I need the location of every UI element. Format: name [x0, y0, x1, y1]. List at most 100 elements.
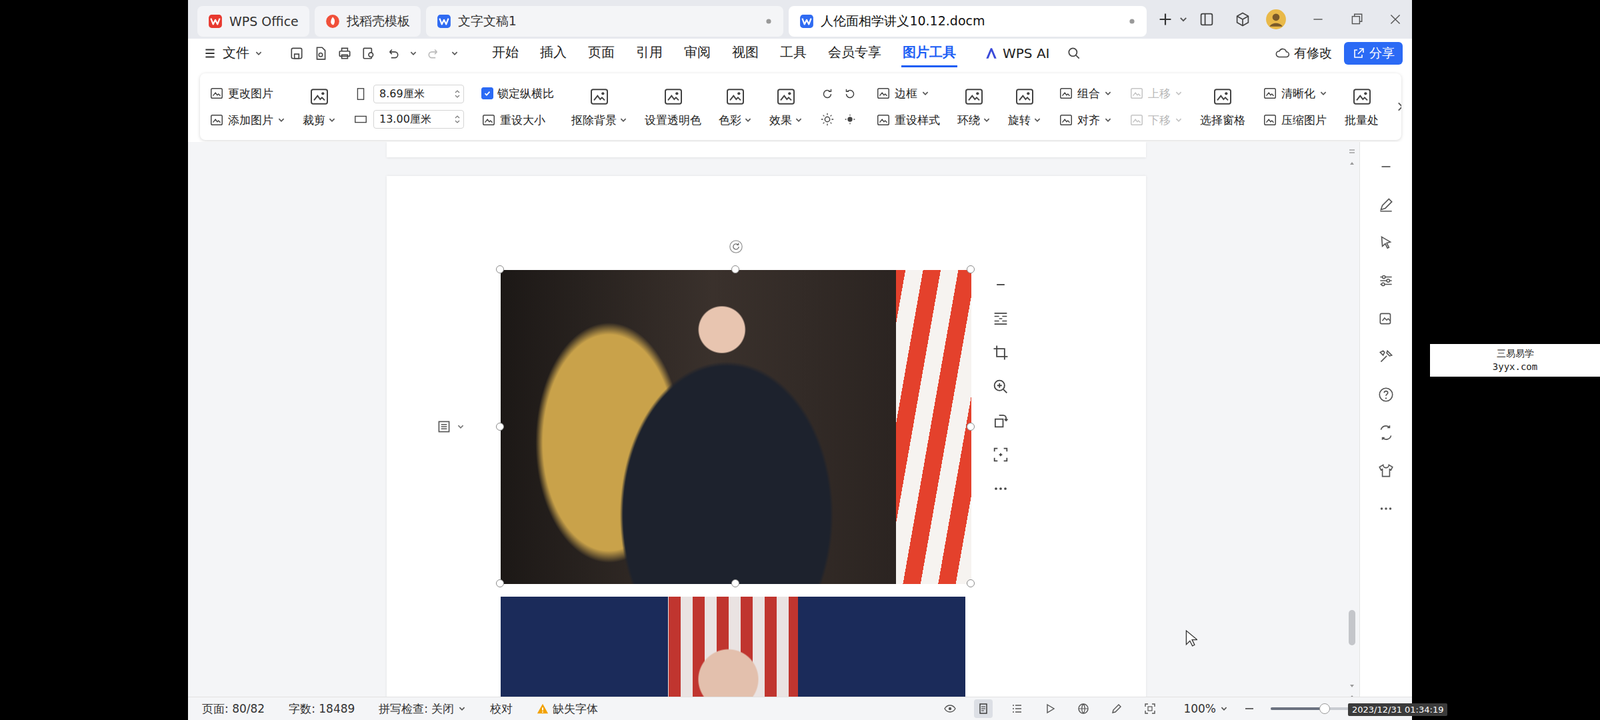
- zoom-level[interactable]: 100%: [1183, 702, 1228, 716]
- view-button[interactable]: [1007, 699, 1026, 718]
- resize-handle[interactable]: [966, 422, 975, 431]
- picture[interactable]: [500, 270, 972, 584]
- spin-down-icon[interactable]: [454, 94, 461, 99]
- ribbon-button[interactable]: 更改图片: [209, 84, 286, 102]
- ribbon-button[interactable]: 添加图片: [209, 111, 286, 129]
- rotate-right-icon[interactable]: [820, 86, 835, 102]
- unsaved-dot-icon[interactable]: [1128, 17, 1136, 26]
- save-icon[interactable]: [289, 46, 304, 61]
- restore-icon[interactable]: [1349, 12, 1364, 27]
- ribbon-tab[interactable]: 审阅: [682, 39, 712, 68]
- photo[interactable]: [500, 596, 966, 697]
- fit-frame-icon[interactable]: [991, 445, 1010, 464]
- modified-status[interactable]: 有修改: [1275, 44, 1332, 62]
- adjust-icon[interactable]: [1377, 272, 1395, 290]
- layout-options-button[interactable]: [435, 418, 465, 436]
- ribbon-tab[interactable]: 插入: [538, 39, 568, 68]
- undo-chevron-icon[interactable]: [409, 49, 418, 58]
- brightness-up-icon[interactable]: [820, 112, 835, 127]
- close-icon[interactable]: [1388, 12, 1403, 27]
- select-icon[interactable]: [1377, 234, 1395, 252]
- word-count[interactable]: 字数: 18489: [288, 701, 355, 717]
- shirt-icon[interactable]: [1377, 462, 1395, 480]
- spell-check[interactable]: 拼写检查: 关闭: [378, 701, 466, 717]
- spin-down-icon[interactable]: [454, 120, 461, 124]
- picture[interactable]: [500, 596, 966, 697]
- ribbon-tab[interactable]: 开始: [490, 39, 520, 68]
- window-tab[interactable]: 人伦面相学讲义10.12.docm: [788, 6, 1147, 37]
- rotate-left-icon[interactable]: [842, 86, 858, 102]
- user-avatar-icon[interactable]: [1265, 8, 1287, 30]
- tools-icon[interactable]: [1377, 348, 1395, 366]
- more-icon[interactable]: [1377, 500, 1395, 518]
- search-icon[interactable]: [1066, 46, 1082, 61]
- ribbon-button[interactable]: 组合: [1058, 84, 1112, 102]
- ribbon-tab[interactable]: 工具: [778, 39, 808, 68]
- ribbon-tab[interactable]: 图片工具: [901, 39, 958, 68]
- view-button[interactable]: [1107, 699, 1126, 718]
- view-button[interactable]: [974, 699, 993, 718]
- ribbon-button[interactable]: 重设样式: [876, 111, 940, 129]
- collapse-icon[interactable]: [991, 275, 1010, 294]
- ribbon-button[interactable]: 压缩图片: [1262, 111, 1328, 129]
- split-icon[interactable]: [1348, 147, 1356, 156]
- resize-handle[interactable]: [731, 579, 740, 588]
- minimize-icon[interactable]: [1310, 12, 1326, 27]
- spin-up-icon[interactable]: [454, 114, 461, 119]
- ribbon-button[interactable]: 清晰化: [1262, 84, 1328, 102]
- layout-icon[interactable]: [1198, 11, 1215, 28]
- cube-icon[interactable]: [1234, 11, 1251, 28]
- print-icon[interactable]: [337, 46, 352, 61]
- resize-handle[interactable]: [966, 265, 975, 274]
- ribbon-tab[interactable]: 页面: [586, 39, 616, 68]
- window-tab[interactable]: 找稻壳模板: [314, 6, 421, 37]
- view-button[interactable]: [1040, 699, 1060, 718]
- image-edit-icon[interactable]: [1377, 310, 1395, 328]
- zoom-in-icon[interactable]: [991, 377, 1010, 396]
- ribbon-big-button[interactable]: 效果: [769, 86, 803, 128]
- more-chevron-icon[interactable]: [450, 49, 459, 58]
- size-input[interactable]: 8.69厘米: [373, 84, 464, 104]
- ribbon-tab[interactable]: 会员专享: [826, 39, 883, 68]
- wps-ai-button[interactable]: WPS AI: [984, 45, 1050, 62]
- undo-icon[interactable]: [385, 46, 400, 61]
- pen-icon[interactable]: [1377, 196, 1395, 214]
- page-count[interactable]: 页面: 80/82: [202, 701, 265, 717]
- window-tab[interactable]: 文字文稿1: [426, 6, 784, 37]
- ribbon-big-button[interactable]: 裁剪: [302, 86, 336, 128]
- rotate-handle-icon[interactable]: [728, 239, 744, 254]
- unsaved-dot-icon[interactable]: [764, 17, 773, 26]
- ribbon-tab[interactable]: 视图: [730, 39, 760, 68]
- photo[interactable]: [500, 270, 972, 584]
- tab-list-chevron-icon[interactable]: [1178, 14, 1188, 24]
- size-input[interactable]: 13.00厘米: [373, 110, 464, 129]
- translate-icon[interactable]: [1377, 424, 1395, 442]
- crop-icon[interactable]: [991, 343, 1010, 362]
- scroll-thumb[interactable]: [1348, 610, 1356, 646]
- resize-handle[interactable]: [496, 579, 504, 588]
- ribbon-button[interactable]: 对齐: [1058, 111, 1112, 129]
- ribbon-big-button[interactable]: 抠除背景: [571, 86, 628, 128]
- new-tab-icon[interactable]: [1157, 11, 1174, 28]
- view-button[interactable]: [1074, 699, 1093, 718]
- scroll-up-icon[interactable]: [1348, 159, 1356, 168]
- resize-handle[interactable]: [731, 265, 740, 274]
- checkbox[interactable]: [481, 87, 494, 100]
- ribbon-big-button[interactable]: 旋转: [1008, 86, 1042, 128]
- text-wrap-icon[interactable]: [991, 309, 1010, 328]
- ribbon-button[interactable]: 重设大小: [481, 111, 554, 129]
- ribbon-big-button[interactable]: 环绕: [957, 86, 991, 128]
- ribbon-button[interactable]: 边框: [876, 84, 940, 102]
- spinner[interactable]: [454, 89, 461, 99]
- print-preview-icon[interactable]: [361, 46, 376, 61]
- window-tab[interactable]: WPS Office: [197, 6, 310, 37]
- ribbon-button[interactable]: 锁定纵横比: [481, 84, 554, 102]
- spin-up-icon[interactable]: [454, 89, 461, 94]
- resize-handle[interactable]: [496, 422, 504, 431]
- view-button[interactable]: [1140, 699, 1160, 718]
- file-menu[interactable]: 文件: [202, 44, 263, 62]
- rotate-icon[interactable]: [991, 411, 1010, 430]
- resize-handle[interactable]: [966, 579, 975, 588]
- scroll-track[interactable]: [1348, 171, 1356, 678]
- ribbon-scroll-right-icon[interactable]: [1396, 100, 1402, 113]
